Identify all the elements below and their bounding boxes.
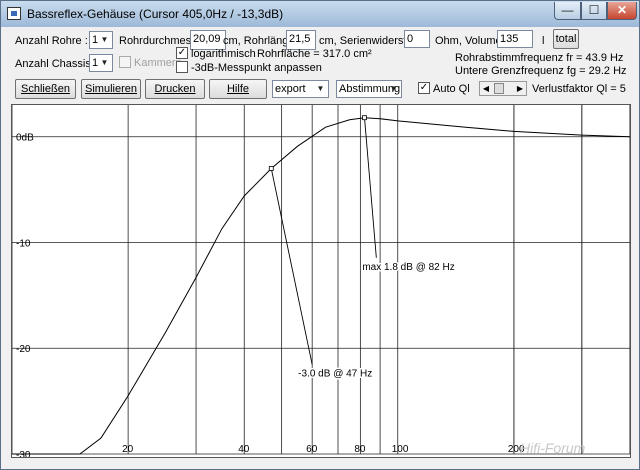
app-icon xyxy=(7,7,21,20)
chevron-down-icon: ▼ xyxy=(389,84,398,93)
x-tick-label: 40 xyxy=(238,444,250,455)
title-bar[interactable]: Bassreflex-Gehäuse (Cursor 405,0Hz / -13… xyxy=(1,1,639,27)
rohrlaenge-label: cm, Rohrlänge xyxy=(223,35,295,47)
minimize-button[interactable]: — xyxy=(554,2,581,20)
messpunkt-label: -3dB-Messpunkt anpassen xyxy=(191,62,322,74)
app-window: Bassreflex-Gehäuse (Cursor 405,0Hz / -13… xyxy=(0,0,640,470)
rohrflaeche-text: Rohrfläche = 317.0 cm² xyxy=(257,48,372,60)
chevron-down-icon: ▼ xyxy=(100,35,109,44)
kammern-label: Kammern xyxy=(134,57,182,69)
export-value: export xyxy=(275,83,306,95)
y-tick-label: 0dB xyxy=(16,133,34,144)
grenzfrequenz-text: Untere Grenzfrequenz fg = 29.2 Hz xyxy=(455,65,627,77)
anzahl-chassis-select[interactable]: 1 ▼ xyxy=(89,54,113,72)
abstimmung-select[interactable]: Abstimmung ▼ xyxy=(336,80,402,98)
serienwiderstand-input[interactable]: 0 xyxy=(404,30,430,48)
export-select[interactable]: export ▼ xyxy=(272,80,329,98)
rohrdurchmesser-input[interactable]: 20,09 xyxy=(190,30,226,50)
auto-ql-label: Auto Ql xyxy=(433,83,470,95)
chevron-down-icon: ▼ xyxy=(100,58,109,67)
chevron-down-icon: ▼ xyxy=(316,84,325,93)
verlustfaktor-text: Verlustfaktor Ql = 5 xyxy=(532,83,626,95)
arrow-left-icon[interactable]: ◀ xyxy=(480,82,492,95)
anzahl-chassis-label: Anzahl Chassis : xyxy=(15,58,97,70)
frequency-response-chart: 0dB-10-20-3020 40 60 80 100 200-3.0 dB @ 47 H… xyxy=(12,105,630,457)
total-button[interactable]: total xyxy=(553,29,579,49)
ql-scroll-thumb[interactable] xyxy=(494,83,504,94)
anzahl-rohre-label: Anzahl Rohre : xyxy=(15,35,88,47)
simulieren-button[interactable]: Simulieren xyxy=(81,79,141,99)
window-title: Bassreflex-Gehäuse (Cursor 405,0Hz / -13… xyxy=(27,7,284,21)
logarithmisch-label: logarithmisch xyxy=(191,48,256,60)
annotation-leader-line xyxy=(364,117,377,258)
volumen-input[interactable]: 135 xyxy=(497,30,533,48)
annotation-label: -3.0 dB @ 47 Hz xyxy=(298,369,372,380)
rohrabstimmfrequenz-text: Rohrabstimmfrequenz fr = 43.9 Hz xyxy=(455,52,624,64)
ql-scrollbar[interactable]: ◀ ▶ xyxy=(479,81,527,96)
logarithmisch-checkbox[interactable]: ✓ xyxy=(176,47,188,59)
x-tick-label: 20 xyxy=(122,444,134,455)
kammern-checkbox[interactable] xyxy=(119,56,131,68)
annotation-label: max 1.8 dB @ 82 Hz xyxy=(362,262,454,273)
annotation-marker xyxy=(268,166,274,171)
x-tick-label: 60 xyxy=(306,444,318,455)
frequency-response-plot[interactable]: 0dB -10 -20 -30 20 40 60 80 100 200 -3.0 dB @ 47 H… xyxy=(11,104,631,458)
x-tick-label: 80 xyxy=(354,444,366,455)
maximize-button[interactable]: ☐ xyxy=(581,2,607,20)
close-button[interactable]: ✕ xyxy=(607,2,637,20)
schliessen-button[interactable]: Schließen xyxy=(15,79,76,99)
frequency-response-curve xyxy=(12,117,630,455)
check-icon: ✓ xyxy=(177,47,187,58)
hilfe-button[interactable]: Hilfe xyxy=(209,79,267,99)
annotation-leader-line xyxy=(270,168,313,365)
messpunkt-checkbox[interactable] xyxy=(176,61,188,73)
drucken-button[interactable]: Drucken xyxy=(145,79,205,99)
anzahl-rohre-select[interactable]: 1 ▼ xyxy=(89,31,113,49)
y-tick-label: -10 xyxy=(16,238,31,249)
check-icon: ✓ xyxy=(419,82,429,93)
y-tick-label: -20 xyxy=(16,344,31,355)
watermark-text: Hifi-Forum xyxy=(520,440,586,456)
volumen-unit: l xyxy=(542,35,545,47)
annotation-marker xyxy=(362,115,367,121)
x-tick-label: 100 xyxy=(392,444,409,455)
auto-ql-checkbox[interactable]: ✓ xyxy=(418,82,430,94)
arrow-right-icon[interactable]: ▶ xyxy=(514,82,526,95)
rohrlaenge-input[interactable]: 21,5 xyxy=(286,30,316,50)
